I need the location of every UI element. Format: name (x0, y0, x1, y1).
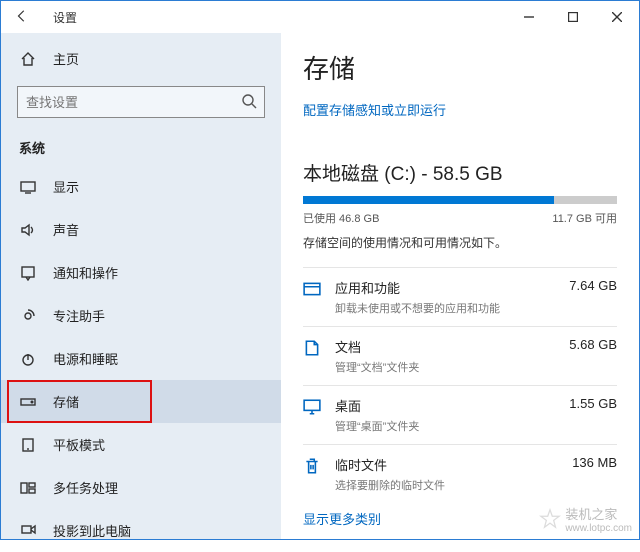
page-title: 存储 (303, 49, 617, 86)
home-nav[interactable]: 主页 (1, 39, 281, 78)
category-size: 1.55 GB (569, 396, 617, 415)
window-title: 设置 (53, 9, 77, 26)
tablet-icon (19, 437, 37, 453)
category-name: 桌面 (335, 396, 361, 415)
apps-icon (303, 280, 323, 303)
maximize-button[interactable] (551, 1, 595, 33)
multitask-icon (19, 480, 37, 496)
home-icon (19, 51, 37, 67)
configure-storage-sense-link[interactable]: 配置存储感知或立即运行 (303, 100, 617, 119)
sidebar-item-power[interactable]: 电源和睡眠 (1, 337, 281, 380)
category-sub: 管理“文档”文件夹 (335, 359, 617, 375)
used-label: 已使用 46.8 GB (303, 210, 379, 226)
sidebar-item-display[interactable]: 显示 (1, 165, 281, 208)
sidebar-item-tablet[interactable]: 平板模式 (1, 423, 281, 466)
category-name: 临时文件 (335, 455, 387, 474)
desktop-icon (303, 398, 323, 421)
usage-bar-fill (303, 196, 554, 204)
category-size: 7.64 GB (569, 278, 617, 297)
search-icon (241, 93, 257, 114)
sidebar-item-label: 声音 (53, 220, 79, 239)
show-more-link[interactable]: 显示更多类别 (303, 509, 617, 528)
sidebar-item-storage[interactable]: 存储 (1, 380, 281, 423)
category-name: 文档 (335, 337, 361, 356)
category-desktop[interactable]: 桌面 1.55 GB 管理“桌面”文件夹 (303, 385, 617, 444)
category-sub: 选择要删除的临时文件 (335, 477, 617, 493)
close-button[interactable] (595, 1, 639, 33)
category-documents[interactable]: 文档 5.68 GB 管理“文档”文件夹 (303, 326, 617, 385)
sidebar-item-label: 多任务处理 (53, 478, 118, 497)
sidebar-item-focus[interactable]: 专注助手 (1, 294, 281, 337)
sidebar-item-project[interactable]: 投影到此电脑 (1, 509, 281, 552)
sidebar-item-label: 专注助手 (53, 306, 105, 325)
sidebar-item-sound[interactable]: 声音 (1, 208, 281, 251)
category-sub: 卸载未使用或不想要的应用和功能 (335, 300, 617, 316)
sidebar-item-multitask[interactable]: 多任务处理 (1, 466, 281, 509)
main-panel: 存储 配置存储感知或立即运行 本地磁盘 (C:) - 58.5 GB 已使用 4… (281, 33, 639, 539)
section-label: 系统 (1, 128, 281, 165)
sidebar-item-label: 显示 (53, 177, 79, 196)
sidebar-item-label: 电源和睡眠 (53, 349, 118, 368)
trash-icon (303, 457, 323, 480)
display-icon (19, 179, 37, 195)
sidebar-item-notifications[interactable]: 通知和操作 (1, 251, 281, 294)
sidebar: 主页 系统 显示 声音 通知和操作 (1, 33, 281, 539)
sidebar-item-label: 存储 (53, 392, 79, 411)
usage-bar (303, 196, 617, 204)
sidebar-item-label: 通知和操作 (53, 263, 118, 282)
usage-description: 存储空间的使用情况和可用情况如下。 (303, 234, 617, 251)
search-input[interactable] (17, 86, 265, 118)
category-size: 136 MB (572, 455, 617, 474)
titlebar: 设置 (1, 1, 639, 33)
category-size: 5.68 GB (569, 337, 617, 356)
power-icon (19, 351, 37, 367)
disk-title: 本地磁盘 (C:) - 58.5 GB (303, 159, 617, 186)
back-button[interactable] (15, 7, 35, 28)
minimize-button[interactable] (507, 1, 551, 33)
category-sub: 管理“桌面”文件夹 (335, 418, 617, 434)
home-label: 主页 (53, 49, 79, 68)
sound-icon (19, 222, 37, 238)
documents-icon (303, 339, 323, 362)
storage-icon (19, 394, 37, 410)
free-label: 11.7 GB 可用 (552, 210, 617, 226)
category-temp[interactable]: 临时文件 136 MB 选择要删除的临时文件 (303, 444, 617, 503)
notifications-icon (19, 265, 37, 281)
sidebar-item-label: 投影到此电脑 (53, 521, 131, 540)
project-icon (19, 523, 37, 539)
category-name: 应用和功能 (335, 278, 400, 297)
category-apps[interactable]: 应用和功能 7.64 GB 卸载未使用或不想要的应用和功能 (303, 267, 617, 326)
sidebar-item-label: 平板模式 (53, 435, 105, 454)
focus-icon (19, 308, 37, 324)
